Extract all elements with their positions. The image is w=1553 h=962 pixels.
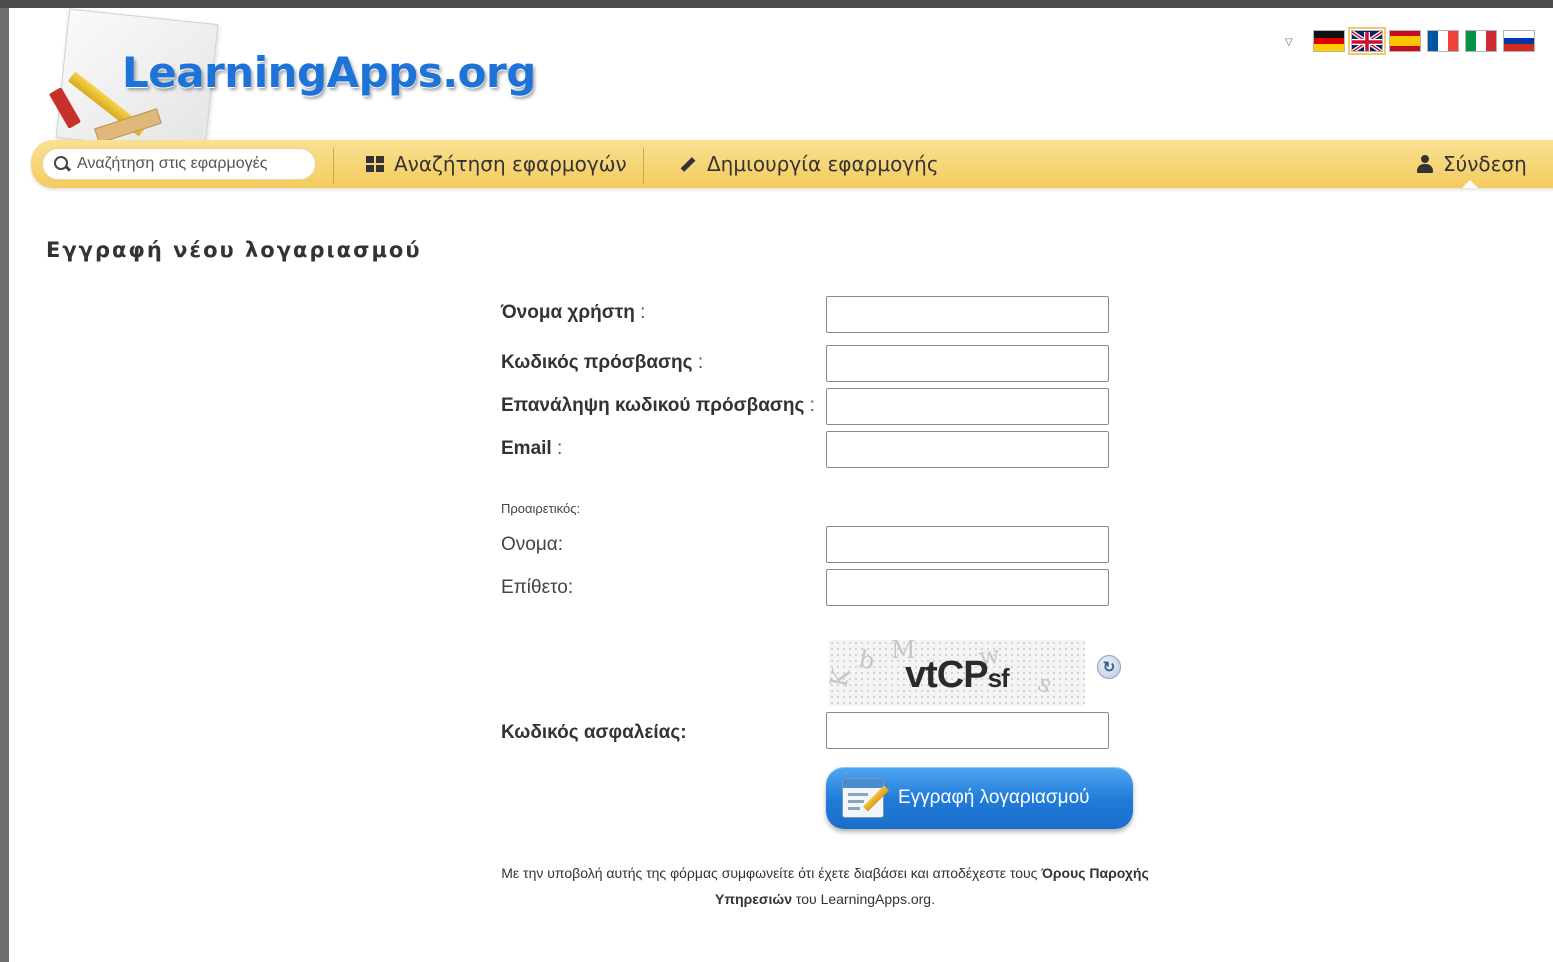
firstname-label: Ονομα: xyxy=(501,534,564,555)
form-edit-icon xyxy=(842,778,890,818)
security-code-field[interactable] xyxy=(826,712,1109,749)
captcha-noise: s xyxy=(1033,668,1057,700)
nav-browse-label: Αναζήτηση εφαρμογών xyxy=(394,152,627,176)
email-field[interactable] xyxy=(826,431,1109,468)
language-dropdown-icon[interactable]: ▽ xyxy=(1285,38,1297,48)
terms-notice: Με την υποβολή αυτής της φόρμας συμφωνεί… xyxy=(480,860,1170,912)
nav-divider xyxy=(643,148,644,184)
lastname-label: Επίθετο: xyxy=(501,577,574,598)
terms-text-end: του LearningApps.org. xyxy=(792,891,935,907)
nav-create-app[interactable]: Δημιουργία εφαρμογής xyxy=(677,150,939,178)
nav-active-indicator xyxy=(1462,180,1478,188)
user-icon xyxy=(1417,155,1433,173)
flag-fr-icon[interactable] xyxy=(1427,30,1459,52)
language-flags xyxy=(1313,27,1535,55)
firstname-field[interactable] xyxy=(826,526,1109,563)
email-label: Email : xyxy=(501,438,563,459)
username-field[interactable] xyxy=(826,296,1109,333)
captcha-refresh-icon[interactable]: ↻ xyxy=(1097,655,1121,679)
nav-divider xyxy=(333,148,334,184)
app-search-box xyxy=(42,148,316,180)
username-label: Όνομα χρήστη : xyxy=(501,302,646,323)
flag-it-icon[interactable] xyxy=(1465,30,1497,52)
search-icon[interactable] xyxy=(53,155,71,173)
uk-flag-graphic xyxy=(1352,31,1382,51)
flag-ru-icon[interactable] xyxy=(1503,30,1535,52)
captcha-noise: K xyxy=(829,666,856,690)
password-field[interactable] xyxy=(826,345,1109,382)
captcha-image: K b M w s vtCPsf xyxy=(829,640,1085,706)
lastname-field[interactable] xyxy=(826,569,1109,606)
pencil-icon xyxy=(677,154,697,174)
page-title: Εγγραφή νέου λογαριασμού xyxy=(46,238,422,262)
logo-text[interactable]: LearningApps.org xyxy=(122,48,536,97)
captcha-text: vtCPsf xyxy=(905,654,1010,696)
password-repeat-field[interactable] xyxy=(826,388,1109,425)
password-repeat-label: Επανάληψη κωδικού πρόσβασης : xyxy=(501,395,815,416)
nav-browse-apps[interactable]: Αναζήτηση εφαρμογών xyxy=(366,150,627,178)
grid-icon xyxy=(366,156,384,172)
app-search-input[interactable] xyxy=(77,155,307,173)
terms-text: Με την υποβολή αυτής της φόρμας συμφωνεί… xyxy=(501,865,1042,881)
flag-es-icon[interactable] xyxy=(1389,30,1421,52)
flag-en-icon[interactable] xyxy=(1348,27,1386,55)
captcha-noise: b xyxy=(856,644,878,676)
nav-login-label: Σύνδεση xyxy=(1443,152,1527,176)
flag-de-icon[interactable] xyxy=(1313,30,1345,52)
security-code-label: Κωδικός ασφαλείας: xyxy=(501,722,687,743)
password-label: Κωδικός πρόσβασης : xyxy=(501,352,704,373)
optional-section-label: Προαιρετικός: xyxy=(501,501,581,516)
register-button-label: Εγγραφή λογαριασμού xyxy=(898,787,1090,808)
register-account-button[interactable]: Εγγραφή λογαριασμού xyxy=(826,767,1133,829)
nav-login[interactable]: Σύνδεση xyxy=(1417,150,1527,178)
nav-create-label: Δημιουργία εφαρμογής xyxy=(707,152,939,176)
window-top-strip xyxy=(0,0,1553,8)
